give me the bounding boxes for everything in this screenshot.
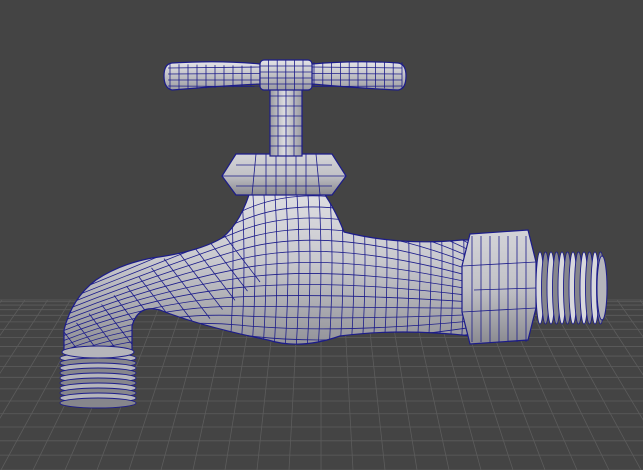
inlet-thread <box>535 251 608 325</box>
grid-line <box>571 299 643 421</box>
grid-line <box>0 299 26 336</box>
grid-line <box>0 299 3 304</box>
grid-line <box>548 299 642 470</box>
handle-edge <box>311 85 403 87</box>
grid-line <box>616 299 643 338</box>
outlet-thread <box>59 345 137 409</box>
grid-line <box>160 299 208 470</box>
outlet-rim <box>61 345 135 359</box>
modeling-viewport[interactable] <box>0 0 643 470</box>
inlet-rim <box>596 255 608 321</box>
grid-line <box>525 299 610 470</box>
grid-line <box>0 299 71 419</box>
faucet-body[interactable] <box>63 184 473 353</box>
thread-ring <box>59 397 137 409</box>
handle-edge <box>167 73 261 75</box>
handle-edge <box>167 85 261 87</box>
handle-edge <box>311 73 403 75</box>
viewport-scene[interactable] <box>0 0 643 470</box>
hex-bonnet[interactable] <box>221 153 347 196</box>
grid-line <box>594 299 643 376</box>
grid-line <box>128 299 185 470</box>
